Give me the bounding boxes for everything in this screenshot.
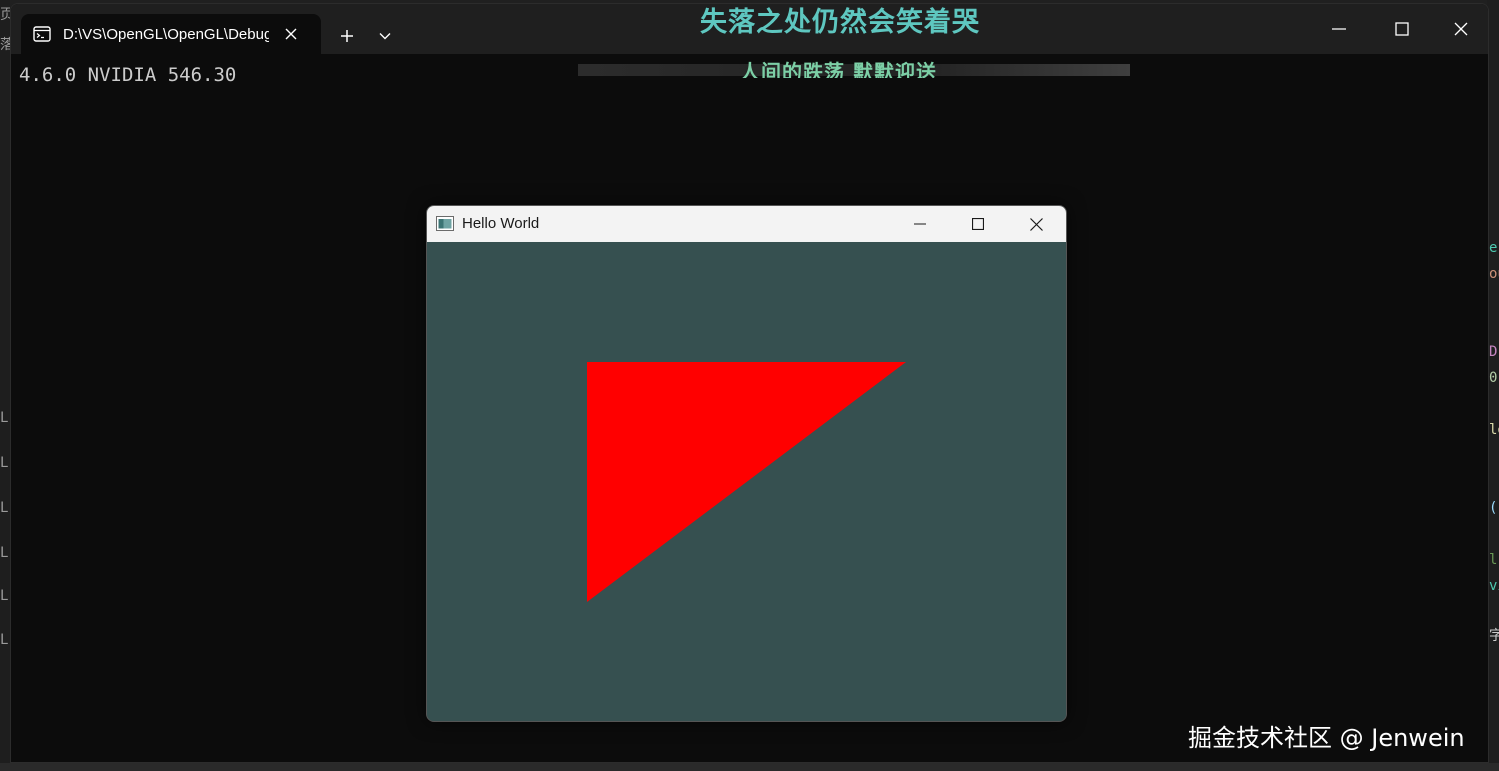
close-icon[interactable]: [1007, 206, 1065, 242]
lyric-overlay-line-1: 失落之处仍然会笑着哭: [700, 7, 980, 38]
console-output: 4.6.0 NVIDIA 546.30: [19, 64, 237, 86]
window-title: Hello World: [462, 215, 540, 232]
app-icon: [436, 216, 454, 231]
background-code-fragment: lo: [1489, 422, 1499, 438]
console-icon: [33, 26, 51, 42]
chevron-down-icon[interactable]: [371, 22, 399, 50]
background-code-fragment: er: [1489, 240, 1499, 256]
background-glyph: L: [0, 410, 9, 426]
background-code-fragment: ou: [1489, 266, 1499, 282]
minimize-icon[interactable]: [1316, 12, 1362, 46]
window-title-bar[interactable]: Hello World: [427, 206, 1066, 242]
terminal-tab[interactable]: D:\VS\OpenGL\OpenGL\Debug\OpenGL.exe: [21, 14, 321, 54]
hello-world-window[interactable]: Hello World: [426, 205, 1067, 722]
close-icon[interactable]: [281, 24, 301, 44]
background-glyph: L: [0, 632, 9, 648]
close-icon[interactable]: [1438, 12, 1484, 46]
background-glyph: L: [0, 545, 9, 561]
background-code-fragment: 0: [1489, 370, 1498, 386]
maximize-icon[interactable]: [1379, 12, 1425, 46]
maximize-icon[interactable]: [949, 206, 1007, 242]
background-code-fragment: vi: [1489, 578, 1499, 594]
lyric-text: 人间的跌荡 默默迎送: [740, 60, 937, 78]
background-glyph: L: [0, 588, 9, 604]
background-code-fragment: (: [1489, 500, 1498, 516]
red-triangle: [587, 362, 906, 602]
watermark: 掘金技术社区 @ Jenwein: [1188, 724, 1465, 752]
minimize-icon[interactable]: [891, 206, 949, 242]
background-status-strip: [0, 763, 1499, 771]
background-code-fragment: 字: [1489, 628, 1499, 644]
plus-icon[interactable]: [333, 22, 361, 50]
background-editor-left: 页 落 L L L L L L: [0, 0, 10, 771]
render-surface: [587, 362, 906, 602]
lyric-overlay-line-2: 人间的跌荡 默默迎送: [578, 56, 1130, 78]
background-code-fragment: l: [1489, 552, 1498, 568]
render-canvas[interactable]: [427, 242, 1066, 721]
tab-title: D:\VS\OpenGL\OpenGL\Debug\OpenGL.exe: [63, 25, 269, 43]
background-glyph: 落: [0, 37, 10, 53]
background-code-fragment: D: [1489, 344, 1498, 360]
background-glyph: L: [0, 500, 9, 516]
background-glyph: 页: [0, 7, 10, 23]
background-glyph: L: [0, 455, 9, 471]
